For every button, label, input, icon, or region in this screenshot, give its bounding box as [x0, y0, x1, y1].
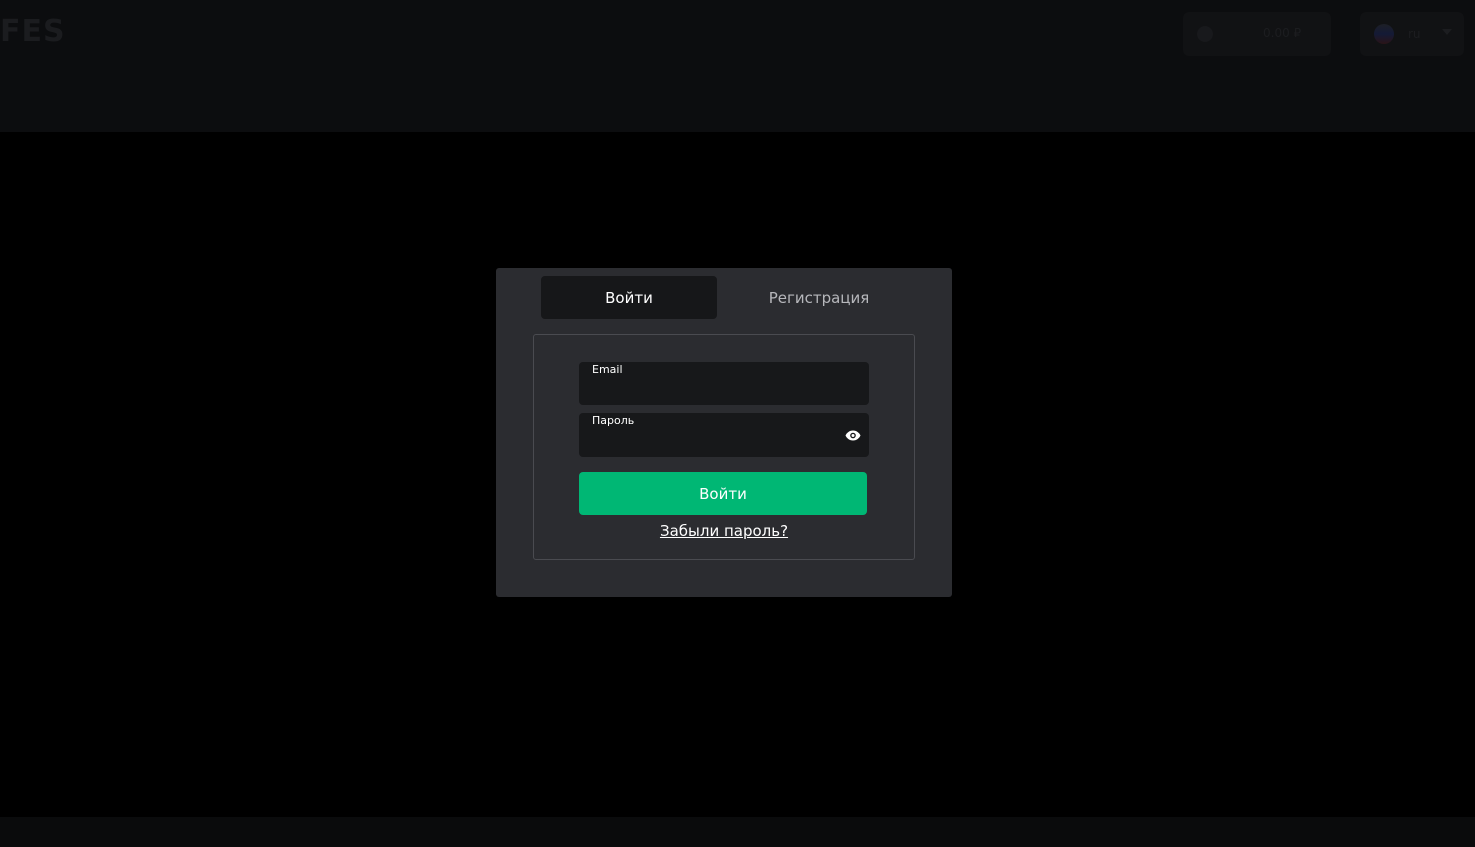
- footer-strip: [0, 817, 1475, 847]
- password-input[interactable]: [592, 431, 842, 453]
- email-input[interactable]: [592, 380, 842, 402]
- auth-modal: Войти Регистрация Email Пароль Войти Заб…: [496, 268, 952, 597]
- password-field[interactable]: Пароль: [579, 413, 869, 457]
- site-logo[interactable]: FES: [0, 14, 66, 49]
- language-selector[interactable]: ru: [1360, 12, 1464, 56]
- coin-icon: [1197, 26, 1213, 42]
- top-header: FES 0.00 ₽ ru: [0, 0, 1475, 132]
- page: FES 0.00 ₽ ru Войти Регистрация Email Па…: [0, 0, 1475, 847]
- balance-widget[interactable]: 0.00 ₽: [1183, 12, 1331, 56]
- login-form: Email Пароль Войти Забыли пароль?: [533, 334, 915, 560]
- tab-login[interactable]: Войти: [541, 276, 717, 319]
- language-code: ru: [1408, 27, 1421, 41]
- email-field[interactable]: Email: [579, 362, 869, 405]
- tab-register[interactable]: Регистрация: [723, 276, 915, 319]
- password-label: Пароль: [592, 414, 635, 427]
- flag-icon: [1374, 24, 1394, 44]
- email-label: Email: [592, 363, 623, 376]
- login-submit-button[interactable]: Войти: [579, 472, 867, 515]
- balance-value: 0.00 ₽: [1263, 26, 1302, 40]
- forgot-password-link[interactable]: Забыли пароль?: [534, 522, 914, 540]
- eye-icon[interactable]: [845, 430, 861, 441]
- chevron-down-icon: [1442, 29, 1452, 35]
